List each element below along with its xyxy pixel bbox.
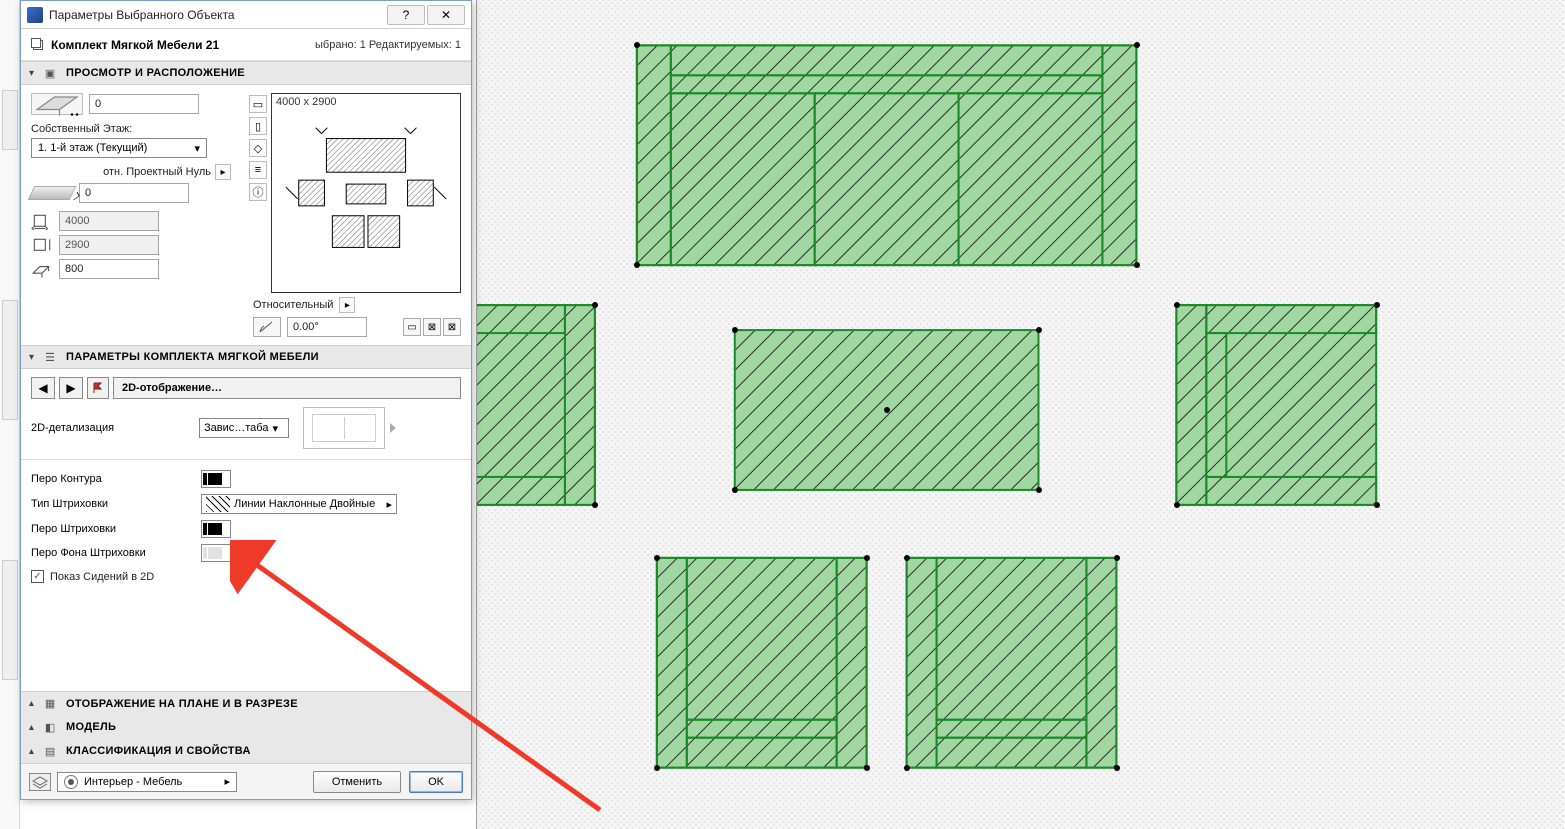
pen-contour-swatch[interactable] [201,470,231,488]
pen-bg-swatch[interactable] [201,544,231,562]
dim-x-icon [31,213,53,229]
layer-name: Интерьер - Мебель [84,776,218,788]
close-button[interactable]: ✕ [427,5,465,25]
detail-combo[interactable]: Завис…таба ▾ [199,418,289,438]
edge-tab[interactable] [2,300,18,420]
nav-fwd-button[interactable]: ▶ [59,377,83,399]
expand-arrow-icon: ▸ [26,748,37,753]
section-params-header[interactable]: ▾ ☰ ПАРАМЕТРЫ КОМПЛЕКТА МЯГКОЙ МЕБЕЛИ [21,345,471,369]
dropdown-arrow-icon: ▾ [272,422,278,435]
section-model-header[interactable]: ▸ ◧ МОДЕЛЬ [21,715,471,739]
pen-hatch-label: Перо Штриховки [31,523,191,535]
plan-icon: ▦ [42,696,58,712]
pen-hatch-swatch[interactable] [201,520,231,538]
detail-value: Завис…таба [204,422,268,434]
drawing-canvas[interactable] [476,0,1565,829]
edge-tab[interactable] [2,560,18,680]
nav-back-button[interactable]: ◀ [31,377,55,399]
favorites-icon[interactable] [31,38,45,52]
app-icon [27,7,43,23]
elevation-top-input[interactable] [89,94,199,114]
pen-contour-label: Перо Контура [31,473,191,485]
dim-y-icon [31,237,53,253]
mirror-x-button[interactable]: ▭ [403,318,421,336]
collapse-arrow-icon: ▾ [29,68,34,79]
project-zero-label: отн. Проектный Нуль [103,166,211,178]
nav-marker-icon [87,377,109,399]
collapse-arrow-icon: ▾ [29,352,34,363]
elevation-bottom-input[interactable] [79,183,189,203]
show-seats-label: Показ Сидений в 2D [50,571,154,583]
view-2d-button[interactable]: ▭ [249,95,267,113]
preview-pane[interactable]: 4000 x 2900 [271,93,461,293]
dim-x-input[interactable] [59,211,159,231]
relative-label: Относительный [253,299,333,311]
preview-toolbar: ▭ ▯ ◇ ≡ ⓘ [249,95,267,293]
ok-button[interactable]: OK [409,771,463,793]
view-list-button[interactable]: ≡ [249,161,267,179]
preview-dimensions: 4000 x 2900 [276,96,337,108]
preview-icon: ▣ [42,65,58,81]
relative-arrow-icon[interactable]: ▸ [339,297,355,313]
dim-y-input[interactable] [59,235,159,255]
dialog-title: Параметры Выбранного Объекта [49,8,387,22]
object-settings-dialog: Параметры Выбранного Объекта ? ✕ Комплек… [20,0,472,800]
dialog-footer: Интерьер - Мебель ▸ Отменить OK [21,763,471,799]
pen-bg-label: Перо Фона Штриховки [31,547,191,559]
own-floor-value: 1. 1-й этаж (Текущий) [38,142,147,154]
own-floor-combo[interactable]: 1. 1-й этаж (Текущий) ▾ [31,138,207,158]
section-label: ПРОСМОТР И РАСПОЛОЖЕНИЕ [66,67,245,79]
expand-arrow-icon: ▸ [26,701,37,706]
help-button[interactable]: ? [387,5,425,25]
own-floor-label: Собственный Этаж: [31,123,241,135]
hatch-swatch-icon [206,496,230,512]
section-label: ПАРАМЕТРЫ КОМПЛЕКТА МЯГКОЙ МЕБЕЛИ [66,351,319,363]
show-seats-checkbox[interactable]: ✓ [31,570,44,583]
app-edge [0,0,20,829]
angle-icon-button[interactable] [253,317,281,337]
section-class-header[interactable]: ▸ ▤ КЛАССИФИКАЦИЯ И СВОЙСТВА [21,739,471,763]
params-icon: ☰ [42,349,58,365]
model-icon: ◧ [42,719,58,735]
mirror-y-off-button[interactable]: ⊠ [443,318,461,336]
layer-icon[interactable] [29,773,51,791]
floor-plan-drawing [477,0,1565,829]
layer-combo[interactable]: Интерьер - Мебель ▸ [57,772,237,792]
angle-input[interactable] [287,317,367,337]
mirror-x-off-button[interactable]: ⊠ [423,318,441,336]
section-plan-header[interactable]: ▸ ▦ ОТОБРАЖЕНИЕ НА ПЛАНЕ И В РАЗРЕЗЕ [21,691,471,715]
dialog-titlebar[interactable]: Параметры Выбранного Объекта ? ✕ [21,1,471,29]
params-body: ◀ ▶ 2D-отображение… 2D-детализация Завис… [21,369,471,591]
object-name: Комплект Мягкой Мебели 21 [51,38,219,52]
detail-preview[interactable] [303,407,385,449]
section-preview-header[interactable]: ▾ ▣ ПРОСМОТР И РАСПОЛОЖЕНИЕ [21,61,471,85]
class-icon: ▤ [42,743,58,759]
section-label: МОДЕЛЬ [66,721,116,733]
hatch-type-combo[interactable]: Линии Наклонные Двойные ▸ [201,494,397,514]
preview-body: Собственный Этаж: 1. 1-й этаж (Текущий) ▾… [21,85,471,345]
detail-label: 2D-детализация [31,422,191,434]
dropdown-arrow-icon: ▸ [386,498,392,511]
anchor-top-icon[interactable] [31,93,83,115]
dropdown-arrow-icon: ▸ [224,775,230,788]
cancel-button[interactable]: Отменить [313,771,401,793]
view-info-button[interactable]: ⓘ [249,183,267,201]
edge-tab[interactable] [2,90,18,150]
section-label: КЛАССИФИКАЦИЯ И СВОЙСТВА [66,745,251,757]
dim-z-icon [31,261,53,277]
expand-arrow-icon: ▸ [26,724,37,729]
selection-info: ыбрано: 1 Редактируемых: 1 [315,39,461,51]
anchor-bottom-icon[interactable] [28,186,77,200]
dropdown-arrow-icon: ▾ [194,142,200,155]
hatch-type-value: Линии Наклонные Двойные [234,498,386,510]
hatch-type-label: Тип Штриховки [31,498,191,510]
view-3d-button[interactable]: ◇ [249,139,267,157]
section-label: ОТОБРАЖЕНИЕ НА ПЛАНЕ И В РАЗРЕЗЕ [66,698,298,710]
param-path[interactable]: 2D-отображение… [113,377,461,399]
project-zero-arrow-icon[interactable]: ▸ [215,164,231,180]
eye-icon [64,775,78,789]
view-front-button[interactable]: ▯ [249,117,267,135]
dim-z-input[interactable] [59,259,159,279]
